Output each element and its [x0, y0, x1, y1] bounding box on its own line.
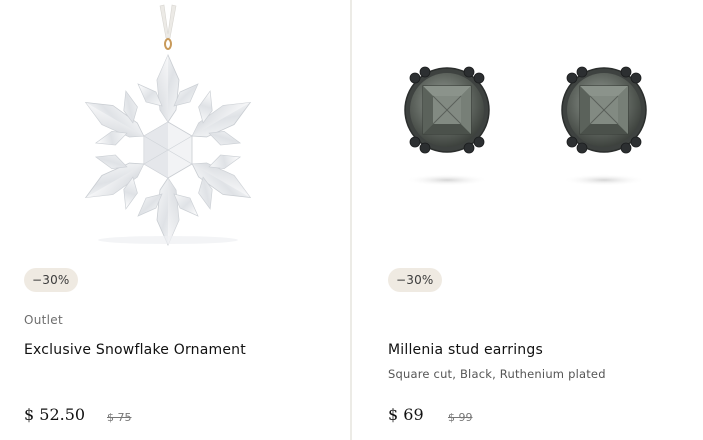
- product-grid: −30% Outlet Exclusive Snowflake Ornament…: [0, 0, 703, 440]
- original-price: $ 75: [107, 411, 132, 424]
- product-title[interactable]: Exclusive Snowflake Ornament: [24, 342, 246, 358]
- product-card-snowflake-ornament[interactable]: −30% Outlet Exclusive Snowflake Ornament…: [0, 0, 350, 440]
- product-category: Outlet: [24, 313, 63, 327]
- discount-badge: −30%: [24, 268, 78, 292]
- snowflake-ornament-image[interactable]: [0, 0, 350, 255]
- original-price: $ 99: [448, 411, 473, 424]
- stud-earrings-image[interactable]: [352, 0, 703, 255]
- product-title[interactable]: Millenia stud earrings: [388, 342, 543, 358]
- sale-price: $ 52.50: [24, 405, 86, 424]
- sale-price: $ 69: [388, 405, 424, 424]
- product-card-millenia-earrings[interactable]: −30% Millenia stud earrings Square cut, …: [352, 0, 703, 440]
- discount-badge: −30%: [388, 268, 442, 292]
- product-variant-description: Square cut, Black, Ruthenium plated: [388, 367, 606, 381]
